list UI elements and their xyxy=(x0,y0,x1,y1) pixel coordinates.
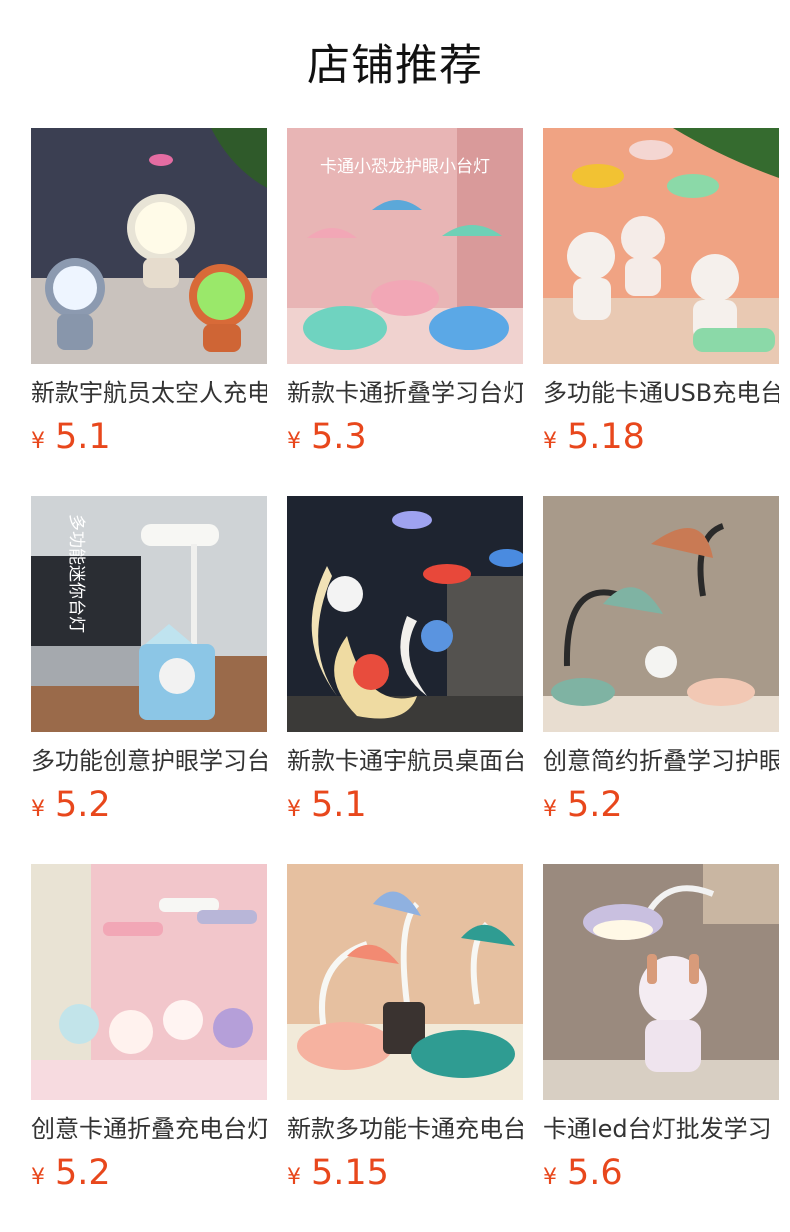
dinosaur-lamp-image[interactable]: 卡通小恐龙护眼小台灯 xyxy=(287,128,523,364)
bunny-robot-lamp-image[interactable] xyxy=(543,864,779,1100)
product-price: ¥5.2 xyxy=(543,782,779,828)
product-name[interactable]: 新款多功能卡通充电台灯 xyxy=(287,1112,523,1148)
price-amount: 5.15 xyxy=(311,1153,389,1193)
product-price: ¥5.2 xyxy=(31,1150,267,1196)
currency-symbol: ¥ xyxy=(543,1165,557,1190)
image-caption: 卡通小恐龙护眼小台灯 xyxy=(320,157,490,177)
currency-symbol: ¥ xyxy=(287,797,301,822)
currency-symbol: ¥ xyxy=(31,429,45,454)
astronaut-lamp-image[interactable] xyxy=(31,128,267,364)
price-amount: 5.2 xyxy=(55,1153,111,1193)
currency-symbol: ¥ xyxy=(31,797,45,822)
product-name[interactable]: 新款卡通折叠学习台灯 xyxy=(287,376,523,412)
mini-lamp-image[interactable]: 多功能迷你台灯 xyxy=(31,496,267,732)
rabbit-lamp-image[interactable] xyxy=(31,864,267,1100)
product-name[interactable]: 创意简约折叠学习护眼台灯 xyxy=(543,744,779,780)
image-caption: 多功能迷你台灯 xyxy=(66,514,86,633)
price-amount: 5.18 xyxy=(567,417,645,457)
product-price: ¥5.15 xyxy=(287,1150,523,1196)
moon-astronaut-lamp-image[interactable] xyxy=(287,496,523,732)
currency-symbol: ¥ xyxy=(287,1165,301,1190)
price-amount: 5.2 xyxy=(55,785,111,825)
whale-lamp-image[interactable] xyxy=(287,864,523,1100)
bear-lamp-image[interactable] xyxy=(543,128,779,364)
currency-symbol: ¥ xyxy=(287,429,301,454)
product-name[interactable]: 新款卡通宇航员桌面台灯 xyxy=(287,744,523,780)
product-name[interactable]: 卡通led台灯批发学习 xyxy=(543,1112,779,1148)
currency-symbol: ¥ xyxy=(543,429,557,454)
price-amount: 5.1 xyxy=(311,785,367,825)
product-name[interactable]: 多功能创意护眼学习台灯 xyxy=(31,744,267,780)
product-price: ¥5.1 xyxy=(287,782,523,828)
price-amount: 5.1 xyxy=(55,417,111,457)
product-price: ¥5.18 xyxy=(543,414,779,460)
product-price: ¥5.1 xyxy=(31,414,267,460)
product-price: ¥5.6 xyxy=(543,1150,779,1196)
product-price: ¥5.3 xyxy=(287,414,523,460)
price-amount: 5.2 xyxy=(567,785,623,825)
product-name[interactable]: 多功能卡通USB充电台灯 xyxy=(543,376,779,412)
product-grid: 新款宇航员太空人充电台灯 ¥5.1 卡通小恐龙护眼小台灯 新款卡通折叠学习台灯 … xyxy=(0,0,790,1232)
price-amount: 5.6 xyxy=(567,1153,623,1193)
product-name[interactable]: 新款宇航员太空人充电台灯 xyxy=(31,376,267,412)
green-desk-lamp-image[interactable] xyxy=(543,496,779,732)
product-name[interactable]: 创意卡通折叠充电台灯 xyxy=(31,1112,267,1148)
price-amount: 5.3 xyxy=(311,417,367,457)
currency-symbol: ¥ xyxy=(31,1165,45,1190)
product-price: ¥5.2 xyxy=(31,782,267,828)
currency-symbol: ¥ xyxy=(543,797,557,822)
